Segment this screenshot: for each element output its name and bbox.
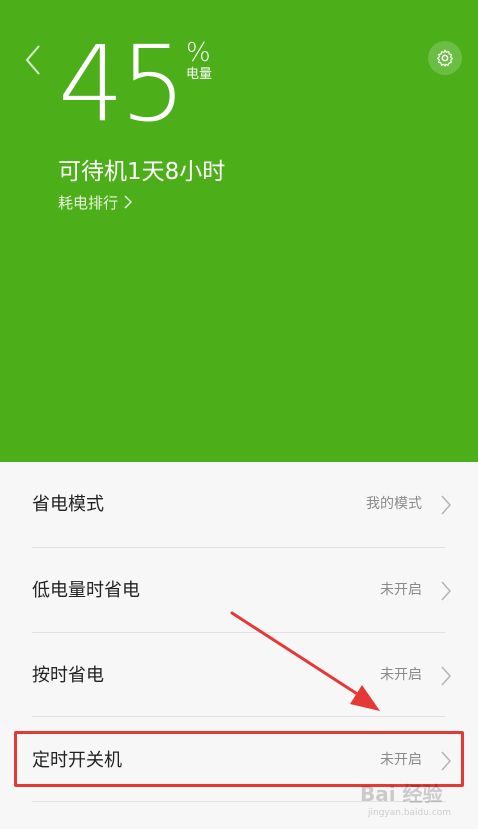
settings-button[interactable] xyxy=(428,41,462,75)
percent-label: 电量 xyxy=(186,67,213,82)
baidu-watermark: Bai 经验 jingyan.baidu.com xyxy=(360,778,470,818)
list-item-scheduled-saving[interactable]: 按时省电 未开启 xyxy=(0,633,478,718)
power-ranking-link[interactable]: 耗电排行 xyxy=(58,191,133,213)
list-item-title: 省电模式 xyxy=(32,494,104,515)
list-item-status: 未开启 xyxy=(380,582,422,598)
chevron-left-icon xyxy=(25,45,40,75)
chevron-right-icon xyxy=(441,581,452,601)
standby-time: 可待机1天8小时 xyxy=(58,159,226,185)
battery-hero: 45 % 电量 可待机1天8小时 耗电排行 xyxy=(0,0,478,462)
list-item-low-battery-saving[interactable]: 低电量时省电 未开启 xyxy=(0,548,478,633)
list-item-title: 低电量时省电 xyxy=(32,580,140,601)
chevron-right-icon xyxy=(441,666,452,686)
chevron-right-icon xyxy=(441,751,452,771)
list-item-title: 按时省电 xyxy=(32,665,104,686)
battery-percent: 45 xyxy=(58,23,186,145)
back-button[interactable] xyxy=(18,42,48,78)
chevron-right-icon xyxy=(441,495,452,515)
divider xyxy=(32,716,446,717)
chevron-right-icon xyxy=(124,195,133,209)
power-ranking-label: 耗电排行 xyxy=(58,193,119,212)
gear-icon xyxy=(436,49,454,67)
watermark-brand: Bai 经验 xyxy=(360,782,443,806)
settings-list: 省电模式 我的模式 低电量时省电 未开启 按时省电 未开启 定时开关机 未开启 xyxy=(0,462,478,829)
list-item-status: 我的模式 xyxy=(366,496,422,512)
list-item-status: 未开启 xyxy=(380,667,422,683)
list-item-title: 定时开关机 xyxy=(32,750,122,771)
list-item-power-saving-mode[interactable]: 省电模式 我的模式 xyxy=(0,462,478,547)
percent-sign: % xyxy=(186,38,211,68)
watermark-url: jingyan.baidu.com xyxy=(368,808,452,818)
